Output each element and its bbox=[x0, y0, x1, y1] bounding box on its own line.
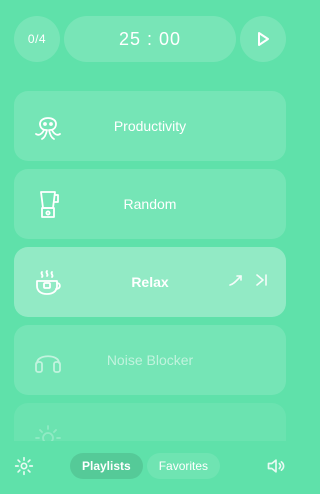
playlist-label: Random bbox=[123, 196, 177, 212]
timer-text: 25 : 00 bbox=[118, 28, 182, 49]
play-icon bbox=[258, 32, 269, 46]
playlist-card-partial[interactable] bbox=[14, 403, 286, 441]
play-button[interactable] bbox=[240, 16, 286, 62]
session-counter: 0/4 bbox=[14, 16, 60, 62]
playlist-card-noise-blocker[interactable]: Noise Blocker bbox=[14, 325, 286, 395]
tab-label: Favorites bbox=[158, 459, 209, 473]
playlist-card-productivity[interactable]: Productivity bbox=[14, 91, 286, 161]
playlist-actions bbox=[228, 272, 270, 288]
playlist-list: Productivity Random Relax Noise Blocker bbox=[14, 91, 286, 441]
skip-icon[interactable] bbox=[254, 272, 270, 288]
tab-favorites[interactable]: Favorites bbox=[146, 453, 221, 479]
bottom-bar: Playlists Favorites bbox=[0, 446, 300, 486]
shuffle-icon[interactable] bbox=[228, 272, 244, 288]
tab-playlists[interactable]: Playlists bbox=[70, 453, 143, 479]
playlist-card-relax[interactable]: Relax bbox=[14, 247, 286, 317]
top-bar: 0/4 25 : 00 bbox=[0, 0, 300, 80]
gear-icon[interactable] bbox=[14, 456, 34, 476]
playlist-label: Productivity bbox=[113, 118, 187, 134]
tab-label: Playlists bbox=[82, 459, 131, 473]
playlist-label: Noise Blocker bbox=[106, 352, 194, 368]
session-counter-text: 0/4 bbox=[27, 32, 47, 46]
playlist-card-random[interactable]: Random bbox=[14, 169, 286, 239]
volume-icon[interactable] bbox=[266, 456, 286, 476]
bottom-tabs: Playlists Favorites bbox=[70, 453, 221, 479]
timer-display: 25 : 00 bbox=[64, 16, 236, 62]
playlist-label bbox=[14, 403, 286, 441]
